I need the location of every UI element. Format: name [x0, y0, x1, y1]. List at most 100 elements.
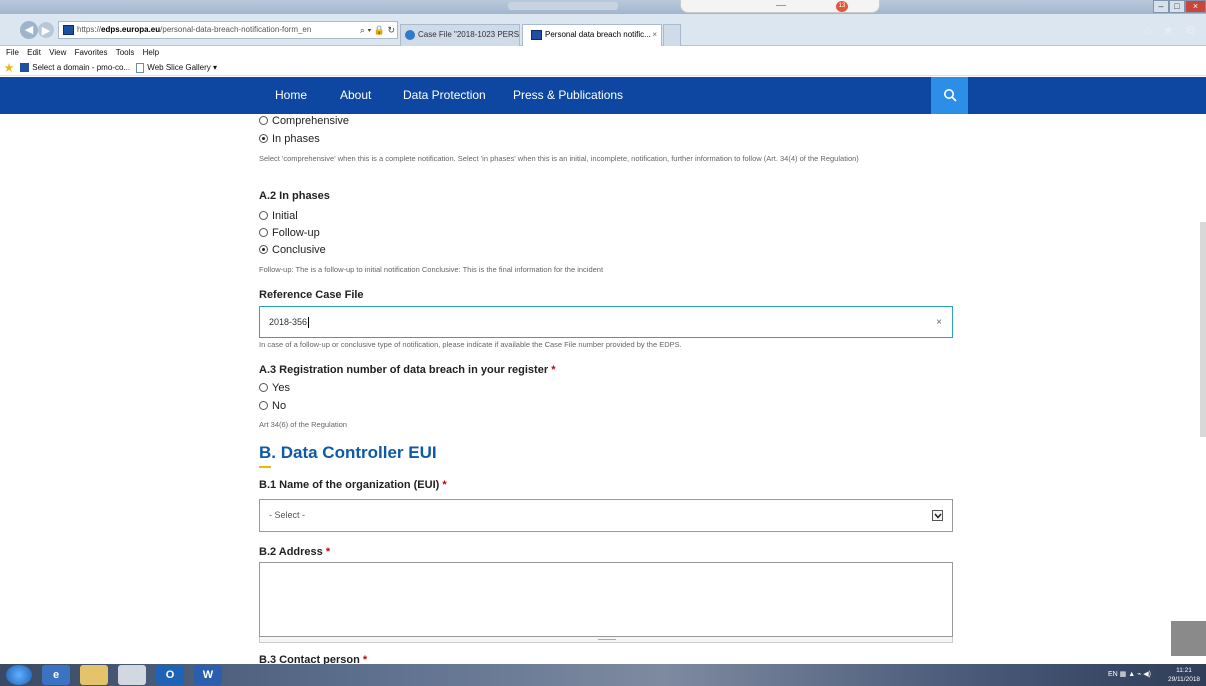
textarea-resize-handle[interactable]	[259, 637, 953, 643]
skype-icon[interactable]	[118, 665, 146, 685]
menu-favorites[interactable]: Favorites	[75, 48, 108, 57]
tab-case-file[interactable]: Case File "2018-1023 PERSONA...	[400, 24, 520, 46]
section-title-underline	[259, 466, 271, 468]
option-initial[interactable]: Initial	[259, 210, 298, 222]
reference-case-file-value: 2018-356	[269, 307, 310, 338]
form-content: Comprehensive In phases Select 'comprehe…	[259, 114, 959, 666]
option-follow-up-label: Follow-up	[272, 227, 320, 239]
radio-comprehensive[interactable]	[259, 115, 268, 125]
section-b-title: B. Data Controller EUI	[259, 443, 437, 462]
new-tab-button[interactable]	[663, 24, 681, 46]
address-textarea[interactable]	[259, 562, 953, 637]
system-tray[interactable]: EN ▦ ▲ ⌁ ◀)	[1108, 664, 1151, 686]
url-host: edps.europa.eu	[101, 25, 161, 34]
option-comprehensive[interactable]: Comprehensive	[259, 115, 349, 127]
page-scrollbar[interactable]	[1200, 222, 1206, 437]
home-favorites-settings-icon[interactable]: ⌂ ★ ⚙	[1145, 23, 1200, 37]
nav-left-strip	[0, 77, 10, 114]
scroll-to-top-button[interactable]	[1171, 621, 1206, 656]
reference-case-file-input[interactable]: 2018-356 ×	[259, 306, 953, 338]
maximize-button[interactable]: □	[1169, 0, 1185, 13]
option-no[interactable]: No	[259, 400, 286, 412]
a3-heading: A.3 Registration number of data breach i…	[259, 364, 555, 376]
a3-help: Art 34(6) of the Regulation	[259, 420, 347, 429]
clear-input-icon[interactable]: ×	[936, 307, 942, 338]
search-icon	[943, 89, 957, 102]
favorite-web-slice-gallery[interactable]: Web Slice Gallery ▾	[136, 62, 217, 73]
eu-flag-favicon-icon	[63, 24, 74, 35]
screen: 13 – □ × ◀ ▶ https://edps.europa.eu/pers…	[0, 0, 1206, 686]
word-icon[interactable]: W	[194, 665, 222, 685]
option-conclusive[interactable]: Conclusive	[259, 244, 326, 256]
b2-heading: B.2 Address *	[259, 546, 330, 558]
organization-select-value: - Select -	[269, 510, 306, 520]
option-yes[interactable]: Yes	[259, 382, 290, 394]
radio-initial[interactable]	[259, 210, 268, 220]
radio-yes[interactable]	[259, 382, 268, 392]
menu-file[interactable]: File	[6, 48, 19, 57]
option-yes-label: Yes	[272, 382, 290, 394]
nav-about[interactable]: About	[340, 77, 371, 114]
required-asterisk: *	[551, 364, 556, 376]
notification-type-help: Select 'comprehensive' when this is a co…	[259, 154, 859, 163]
window-title-blurred	[508, 2, 618, 10]
a2-heading: A.2 In phases	[259, 190, 330, 202]
clock-time: 11:21	[1176, 667, 1192, 674]
menu-edit[interactable]: Edit	[27, 48, 41, 57]
radio-conclusive[interactable]	[259, 244, 268, 254]
radio-no[interactable]	[259, 400, 268, 410]
option-conclusive-label: Conclusive	[272, 244, 326, 256]
address-tools-icon[interactable]: ⌕ ▾ 🔒 ↻	[359, 22, 395, 38]
menu-view[interactable]: View	[49, 48, 66, 57]
tab-breach-form[interactable]: Personal data breach notific... ×	[522, 24, 662, 46]
internet-explorer-icon[interactable]: e	[42, 665, 70, 685]
tab-breach-form-label: Personal data breach notific...	[545, 30, 651, 39]
clock[interactable]: 11:21 29/11/2018	[1168, 666, 1200, 684]
nav-home[interactable]: Home	[275, 77, 307, 114]
window-titlebar: 13 – □ ×	[0, 0, 1206, 14]
required-asterisk: *	[442, 479, 447, 491]
menu-tools[interactable]: Tools	[116, 48, 135, 57]
minimize-button[interactable]: –	[1153, 0, 1169, 13]
nav-data-protection[interactable]: Data Protection	[403, 77, 486, 114]
url-prefix: https://	[77, 25, 102, 34]
back-button[interactable]: ◀	[20, 21, 38, 39]
web-slice-icon	[136, 62, 145, 73]
option-in-phases[interactable]: In phases	[259, 133, 320, 145]
option-in-phases-label: In phases	[272, 133, 320, 145]
reference-case-file-help: In case of a follow-up or conclusive typ…	[259, 340, 682, 349]
outlook-icon[interactable]: O	[156, 665, 184, 685]
favorite-select-domain[interactable]: Select a domain - pmo-co...	[20, 63, 131, 73]
site-navbar: Home About Data Protection Press & Publi…	[10, 77, 1206, 114]
search-button[interactable]	[931, 77, 968, 114]
address-bar[interactable]: https://edps.europa.eu/personal-data-bre…	[58, 21, 398, 39]
tab-case-file-label: Case File "2018-1023 PERSONA...	[418, 30, 520, 39]
favorite-web-slice-label: Web Slice Gallery ▾	[147, 63, 217, 72]
forward-button[interactable]: ▶	[38, 22, 54, 38]
file-explorer-icon[interactable]	[80, 665, 108, 685]
radio-follow-up[interactable]	[259, 227, 268, 237]
reference-case-file-heading: Reference Case File	[259, 289, 364, 301]
close-window-button[interactable]: ×	[1185, 0, 1206, 13]
b2-heading-text: B.2 Address	[259, 546, 323, 558]
favorite-select-domain-label: Select a domain - pmo-co...	[32, 63, 131, 72]
required-asterisk: *	[325, 546, 331, 558]
start-button-icon[interactable]	[6, 665, 32, 685]
notification-badge: 13	[836, 1, 848, 12]
text-caret	[308, 317, 310, 329]
option-no-label: No	[272, 400, 287, 412]
nav-press-publications[interactable]: Press & Publications	[513, 77, 623, 114]
phases-help: Follow-up: The is a follow-up to initial…	[259, 265, 604, 274]
chevron-down-icon[interactable]	[932, 510, 943, 521]
organization-select[interactable]: - Select -	[259, 499, 953, 532]
browser-toolbar: ◀ ▶ https://edps.europa.eu/personal-data…	[0, 14, 1206, 46]
notification-popup[interactable]: 13	[680, 0, 880, 13]
ie-tab-icon	[405, 29, 415, 40]
option-follow-up[interactable]: Follow-up	[259, 227, 320, 239]
tab-close-icon[interactable]: ×	[652, 25, 657, 45]
menu-help[interactable]: Help	[143, 48, 159, 57]
favorites-star-icon[interactable]	[4, 62, 14, 72]
radio-in-phases[interactable]	[259, 133, 268, 143]
a3-heading-text: A.3 Registration number of data breach i…	[259, 364, 549, 376]
option-initial-label: Initial	[272, 210, 298, 222]
